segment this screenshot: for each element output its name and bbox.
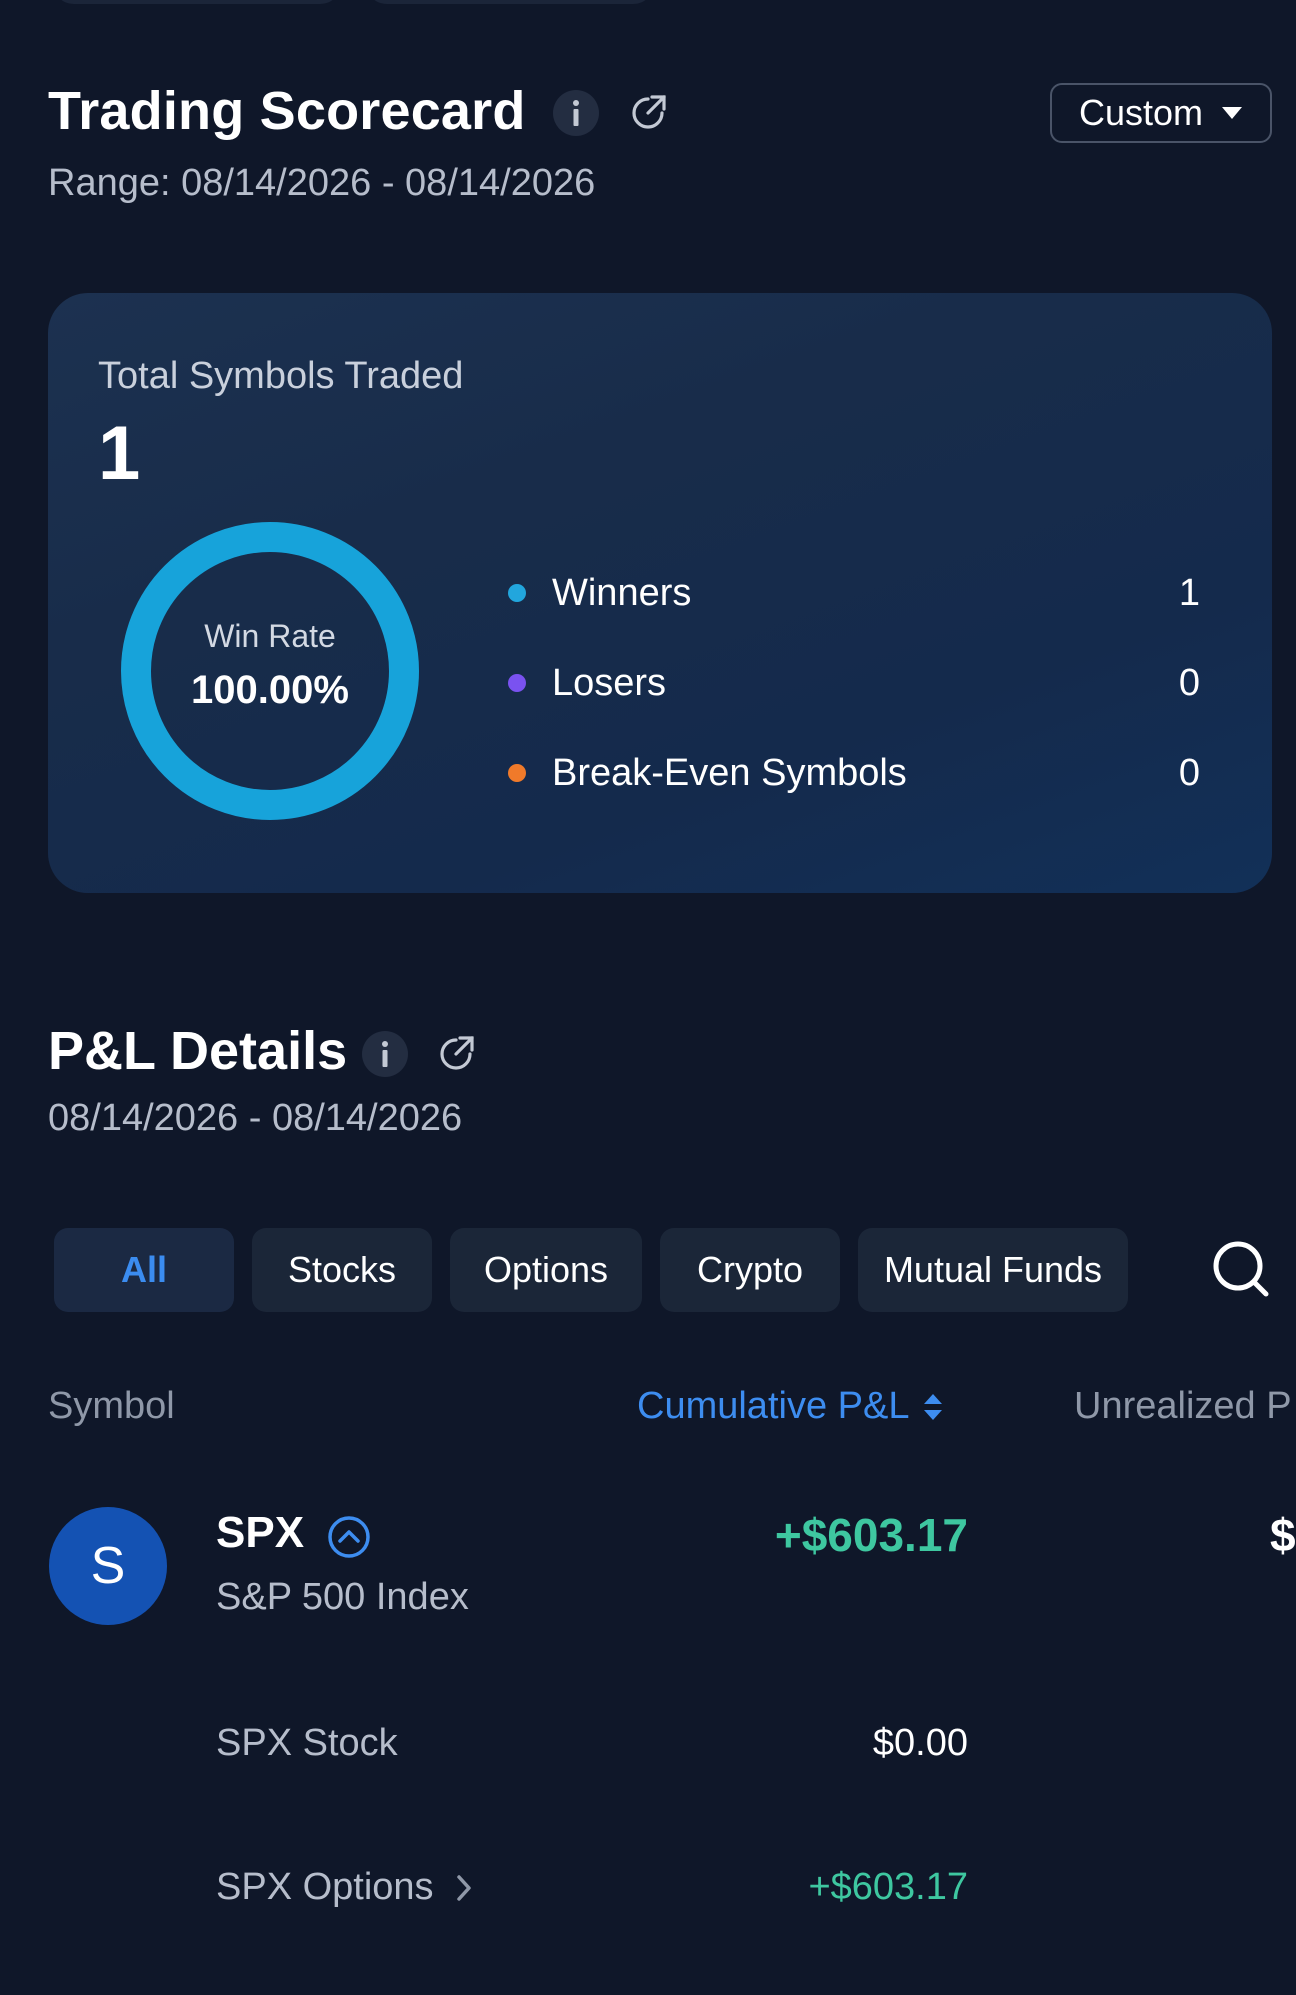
info-icon[interactable]: [553, 90, 599, 136]
collapse-chevron-up-icon[interactable]: [327, 1515, 371, 1559]
filter-crypto[interactable]: Crypto: [660, 1228, 840, 1312]
total-symbols-value: 1: [98, 411, 141, 496]
legend-winners: Winners 1: [508, 563, 1200, 623]
avatar-letter: S: [90, 1537, 126, 1595]
winners-dot-icon: [508, 584, 526, 602]
unrealized-pl-value: $: [1270, 1509, 1296, 1561]
legend-winners-label: Winners: [552, 571, 692, 614]
filter-mutual-funds[interactable]: Mutual Funds: [858, 1228, 1128, 1312]
scorecard-title: Trading Scorecard: [48, 81, 526, 141]
avatar: S: [49, 1507, 167, 1625]
pl-info-icon[interactable]: [362, 1031, 408, 1077]
filter-stocks[interactable]: Stocks: [252, 1228, 432, 1312]
chevron-right-icon: [456, 1874, 471, 1901]
break-even-dot-icon: [508, 764, 526, 782]
legend-losers-label: Losers: [552, 661, 667, 704]
period-dropdown-label: Custom: [1078, 92, 1204, 133]
sub-row-options-label: SPX Options: [216, 1866, 434, 1908]
symbol-ticker[interactable]: SPX: [216, 1508, 304, 1558]
losers-dot-icon: [508, 674, 526, 692]
win-rate-value: 100.00%: [191, 668, 349, 712]
share-icon[interactable]: [625, 90, 671, 136]
column-symbol[interactable]: Symbol: [48, 1385, 175, 1428]
total-symbols-label: Total Symbols Traded: [98, 355, 464, 397]
legend-winners-value: 1: [1178, 571, 1200, 614]
legend-losers: Losers 0: [508, 653, 1200, 713]
legend-break-even-value: 0: [1178, 751, 1200, 794]
legend-break-even-label: Break-Even Symbols: [552, 751, 907, 794]
filter-all[interactable]: All: [54, 1228, 234, 1312]
caret-down-icon: [1222, 107, 1243, 119]
cumulative-pl-value: +$603.17: [774, 1509, 968, 1561]
top-tab-stub-1[interactable]: [52, 0, 342, 4]
column-cumulative-pl-label: Cumulative P&L: [637, 1385, 910, 1427]
pl-details-title: P&L Details: [48, 1021, 348, 1081]
period-dropdown[interactable]: Custom: [1050, 83, 1272, 143]
pl-details-range: 08/14/2026 - 08/14/2026: [48, 1097, 463, 1139]
pl-share-icon[interactable]: [433, 1031, 479, 1077]
sub-row-options-value: +$603.17: [808, 1866, 968, 1908]
filter-options[interactable]: Options: [450, 1228, 642, 1312]
top-tab-stub-2[interactable]: [365, 0, 655, 4]
sort-icon: [924, 1393, 943, 1420]
symbol-name: S&P 500 Index: [216, 1576, 469, 1618]
column-unrealized-pl[interactable]: Unrealized P: [1074, 1385, 1292, 1428]
legend-losers-value: 0: [1178, 661, 1200, 704]
sub-row-stock-label: SPX Stock: [216, 1722, 398, 1764]
search-icon[interactable]: [1212, 1240, 1272, 1300]
sub-row-options-link[interactable]: SPX Options: [216, 1866, 472, 1909]
sub-row-stock-value: $0.00: [872, 1722, 968, 1764]
legend-break-even: Break-Even Symbols 0: [508, 743, 1200, 803]
scorecard-range: Range: 08/14/2026 - 08/14/2026: [48, 162, 596, 204]
column-cumulative-pl[interactable]: Cumulative P&L: [637, 1385, 943, 1428]
win-rate-label: Win Rate: [204, 618, 336, 654]
